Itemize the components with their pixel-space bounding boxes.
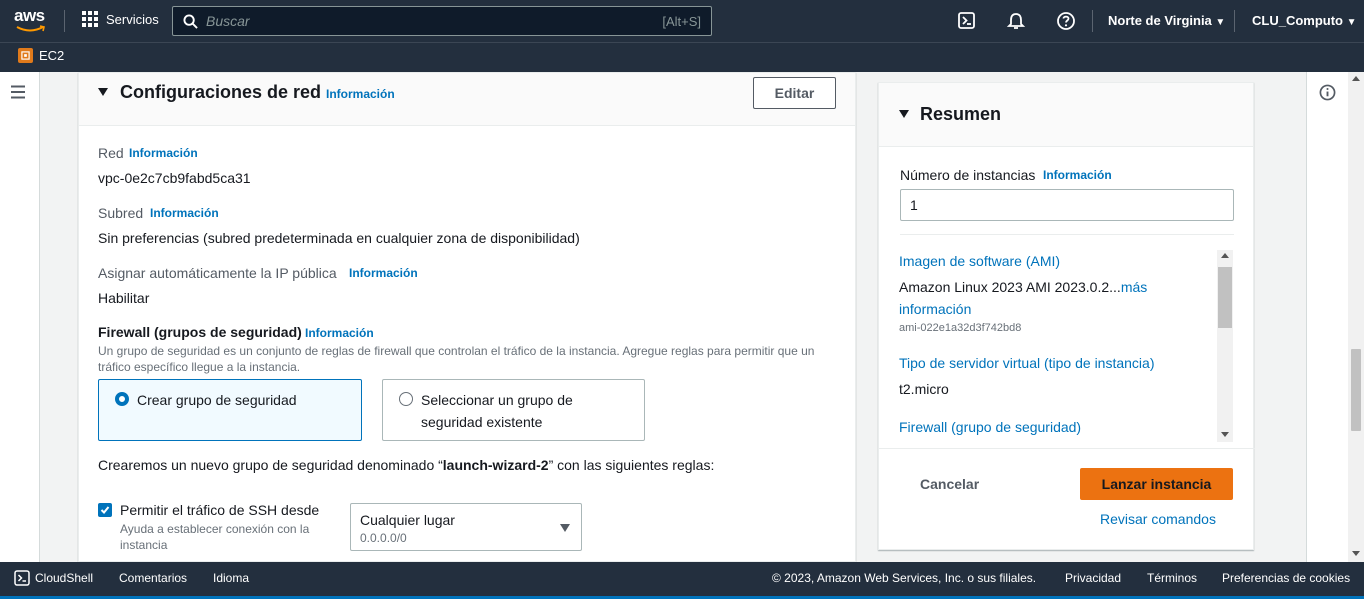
ec2-icon xyxy=(18,48,33,63)
scroll-up-icon[interactable] xyxy=(1221,253,1229,258)
ami-link[interactable]: Imagen de software (AMI) xyxy=(899,253,1060,269)
ec2-service-link[interactable]: EC2 xyxy=(18,48,64,63)
ami-more-info-link-cont[interactable]: información xyxy=(899,301,971,317)
ssh-source-value: Cualquier lugar xyxy=(360,512,455,528)
info-link[interactable]: Información xyxy=(326,87,395,101)
instances-info-link[interactable]: Información xyxy=(1043,168,1112,182)
cloudshell-link[interactable]: CloudShell xyxy=(35,571,93,585)
select-existing-group-radio[interactable] xyxy=(399,392,413,406)
services-menu-button[interactable]: Servicios xyxy=(82,11,159,27)
copyright-text: © 2023, Amazon Web Services, Inc. o sus … xyxy=(772,571,1037,585)
edit-button[interactable]: Editar xyxy=(753,77,836,109)
cookie-preferences-link[interactable]: Preferencias de cookies xyxy=(1222,571,1350,585)
top-navigation-bar: aws Servicios Buscar [Alt+S] Norte de Vi… xyxy=(0,0,1364,42)
subnet-label: Subred xyxy=(98,205,144,221)
public-ip-value: Habilitar xyxy=(98,290,150,306)
ami-value: Amazon Linux 2023 AMI 2023.0.2...más xyxy=(899,279,1148,295)
help-icon[interactable] xyxy=(1056,11,1076,31)
ssh-help-text-cont: instancia xyxy=(120,538,168,552)
scroll-thumb[interactable] xyxy=(1351,349,1361,431)
security-group-name: launch-wizard-2 xyxy=(442,457,549,473)
expand-caret-icon[interactable] xyxy=(899,110,909,118)
caret-down-icon: ▼ xyxy=(1215,17,1226,28)
create-security-group-label: Crear grupo de seguridad xyxy=(137,392,297,408)
service-bar: EC2 xyxy=(0,42,1364,72)
vpc-value: vpc-0e2c7cb9fabd5ca31 xyxy=(98,170,251,186)
search-input[interactable]: Buscar [Alt+S] xyxy=(172,6,712,36)
ssh-help-text: Ayuda a establecer conexión con la xyxy=(120,522,310,536)
select-existing-group-option[interactable]: Seleccionar un grupo de seguridad existe… xyxy=(382,379,645,441)
summary-scrollbar[interactable] xyxy=(1217,250,1233,442)
public-ip-info-link[interactable]: Información xyxy=(349,266,418,280)
network-settings-header: Configuraciones de red Información Edita… xyxy=(79,73,855,126)
firewall-info-link[interactable]: Información xyxy=(305,326,374,340)
review-commands-link[interactable]: Revisar comandos xyxy=(1100,511,1216,527)
divider xyxy=(1234,10,1235,32)
side-navigation-rail xyxy=(0,72,40,562)
aws-smile-icon xyxy=(16,25,45,32)
vpc-info-link[interactable]: Información xyxy=(129,146,198,160)
divider xyxy=(64,10,65,32)
account-menu[interactable]: CLU_Computo ▼ xyxy=(1252,13,1357,28)
instance-type-value: t2.micro xyxy=(899,381,949,397)
create-security-group-radio[interactable] xyxy=(115,392,129,406)
caret-down-icon: ▼ xyxy=(1346,17,1357,28)
checkmark-icon xyxy=(100,506,110,514)
search-placeholder: Buscar xyxy=(206,13,250,29)
create-group-note: Crearemos un nuevo grupo de seguridad de… xyxy=(98,457,715,473)
firewall-label: Firewall (grupos de seguridad) xyxy=(98,324,302,340)
grid-icon xyxy=(82,11,98,27)
footer: CloudShell Comentarios Idioma © 2023, Am… xyxy=(0,562,1364,599)
bell-icon[interactable] xyxy=(1006,11,1026,31)
expand-caret-icon[interactable] xyxy=(98,88,108,96)
ami-more-info-link[interactable]: más xyxy=(1121,279,1147,295)
page-scrollbar[interactable] xyxy=(1348,72,1364,562)
instance-type-link[interactable]: Tipo de servidor virtual (tipo de instan… xyxy=(899,355,1155,371)
divider xyxy=(1092,10,1093,32)
public-ip-label: Asignar automáticamente la IP pública xyxy=(98,265,337,281)
summary-header: Resumen xyxy=(879,83,1253,147)
launch-instance-button[interactable]: Lanzar instancia xyxy=(1080,468,1233,500)
caret-down-icon xyxy=(560,524,570,532)
info-icon[interactable] xyxy=(1319,84,1336,101)
help-panel-rail xyxy=(1306,72,1348,562)
instances-count-input[interactable]: 1 xyxy=(900,189,1234,221)
scroll-thumb[interactable] xyxy=(1218,267,1232,328)
divider xyxy=(879,448,1255,449)
firewall-summary-link[interactable]: Firewall (grupo de seguridad) xyxy=(899,419,1081,435)
ssh-source-cidr: 0.0.0.0/0 xyxy=(360,531,407,545)
scroll-up-icon[interactable] xyxy=(1352,76,1360,81)
search-icon xyxy=(183,13,198,29)
divider xyxy=(900,234,1234,235)
select-existing-group-label: Seleccionar un grupo de xyxy=(421,392,573,408)
privacy-link[interactable]: Privacidad xyxy=(1065,571,1121,585)
ssh-traffic-checkbox[interactable] xyxy=(98,503,112,517)
scroll-down-icon[interactable] xyxy=(1221,432,1229,437)
network-settings-title: Configuraciones de red xyxy=(120,82,322,102)
ssh-source-select[interactable]: Cualquier lugar 0.0.0.0/0 xyxy=(350,503,582,551)
subnet-info-link[interactable]: Información xyxy=(150,206,219,220)
select-existing-group-label-cont: seguridad existente xyxy=(421,414,543,430)
cloudshell-icon[interactable] xyxy=(957,11,977,31)
ssh-traffic-label: Permitir el tráfico de SSH desde xyxy=(120,502,320,518)
summary-title: Resumen xyxy=(920,104,1002,124)
hamburger-menu-icon[interactable] xyxy=(10,85,26,99)
language-link[interactable]: Idioma xyxy=(213,571,249,585)
cancel-button[interactable]: Cancelar xyxy=(920,468,980,500)
firewall-description: Un grupo de seguridad es un conjunto de … xyxy=(98,344,815,358)
create-security-group-option[interactable]: Crear grupo de seguridad xyxy=(98,379,362,441)
instances-count-label: Número de instancias xyxy=(900,167,1036,183)
terms-link[interactable]: Términos xyxy=(1147,571,1197,585)
region-selector[interactable]: Norte de Virginia ▼ xyxy=(1108,13,1225,28)
vpc-label: Red xyxy=(98,145,124,161)
firewall-description-cont: tráfico específico llegue a la instancia… xyxy=(98,360,301,374)
services-label: Servicios xyxy=(106,11,159,27)
search-shortcut: [Alt+S] xyxy=(662,13,701,29)
feedback-link[interactable]: Comentarios xyxy=(119,571,187,585)
cloudshell-icon[interactable] xyxy=(14,570,30,586)
subnet-value: Sin preferencias (subred predeterminada … xyxy=(98,230,580,246)
aws-logo[interactable]: aws xyxy=(14,7,50,34)
ami-id: ami-022e1a32d3f742bd8 xyxy=(899,322,1022,334)
scroll-down-icon[interactable] xyxy=(1352,551,1360,556)
